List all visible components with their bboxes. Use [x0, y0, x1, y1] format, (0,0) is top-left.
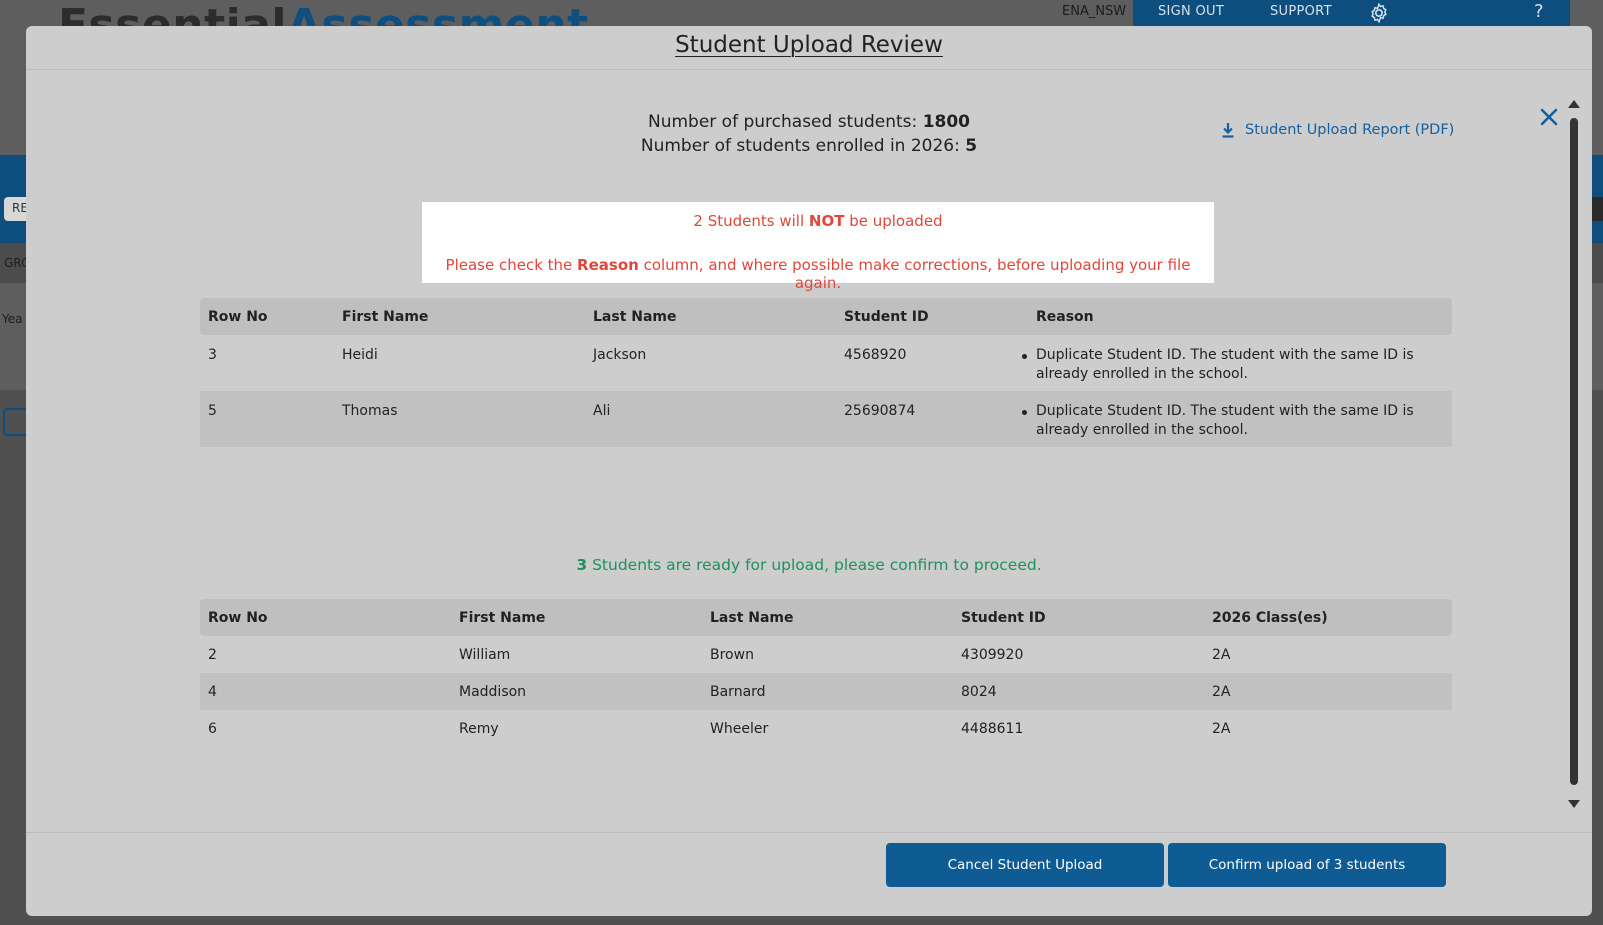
- cell-first-name: Thomas: [342, 403, 398, 419]
- instructions-post: column, and where possible make correcti…: [638, 256, 1191, 292]
- cell-student-id: 4309920: [961, 647, 1024, 663]
- col-first-name: First Name: [459, 610, 546, 626]
- cell-reason: Duplicate Student ID. The student with t…: [1022, 402, 1446, 440]
- help-icon[interactable]: ?: [1534, 1, 1544, 22]
- scroll-down-arrow[interactable]: [1568, 800, 1580, 808]
- col-first-name: First Name: [342, 309, 429, 325]
- col-reason: Reason: [1036, 309, 1094, 325]
- col-row-no: Row No: [208, 610, 268, 626]
- cell-classes: 2A: [1212, 721, 1231, 737]
- cell-student-id: 8024: [961, 684, 997, 700]
- ready-count: 3: [576, 556, 588, 574]
- warning-text-post: be uploaded: [844, 212, 943, 230]
- cell-last-name: Ali: [593, 403, 611, 419]
- rejected-count: 2: [693, 212, 703, 230]
- table-row: 2 William Brown 4309920 2A: [200, 636, 1452, 673]
- warning-instructions: Please check the Reason column, and wher…: [422, 256, 1214, 292]
- rejection-warning: 2 Students will NOT be uploaded Please c…: [422, 202, 1214, 292]
- cell-row-no: 4: [208, 684, 217, 700]
- modal-title: Student Upload Review: [675, 32, 943, 58]
- table-header: Row No First Name Last Name Student ID 2…: [200, 599, 1452, 636]
- cell-row-no: 6: [208, 721, 217, 737]
- purchased-students-line: Number of purchased students: 1800: [26, 110, 1592, 134]
- table-row: 5 Thomas Ali 25690874 Duplicate Student …: [200, 391, 1452, 447]
- modal-header: Student Upload Review: [26, 26, 1592, 70]
- cell-last-name: Barnard: [710, 684, 766, 700]
- student-counts: Number of purchased students: 1800 Numbe…: [26, 110, 1592, 158]
- cell-row-no: 5: [208, 403, 217, 419]
- confirm-upload-button[interactable]: Confirm upload of 3 students: [1168, 843, 1446, 887]
- gear-icon[interactable]: [1368, 2, 1390, 24]
- col-classes: 2026 Class(es): [1212, 610, 1328, 626]
- ready-students-table: Row No First Name Last Name Student ID 2…: [200, 599, 1452, 747]
- current-user: ENA_NSW: [1062, 4, 1127, 19]
- nav-sign-out[interactable]: SIGN OUT: [1158, 4, 1224, 19]
- cell-classes: 2A: [1212, 684, 1231, 700]
- col-row-no: Row No: [208, 309, 268, 325]
- cell-last-name: Wheeler: [710, 721, 769, 737]
- col-student-id: Student ID: [844, 309, 929, 325]
- warning-not: NOT: [808, 212, 845, 230]
- cell-first-name: William: [459, 647, 511, 663]
- cell-student-id: 4488611: [961, 721, 1024, 737]
- purchased-label: Number of purchased students:: [647, 112, 918, 132]
- cell-student-id: 4568920: [844, 347, 907, 363]
- enrolled-students-line: Number of students enrolled in 2026: 5: [26, 134, 1592, 158]
- warning-text-pre: Students will: [702, 212, 809, 230]
- col-last-name: Last Name: [710, 610, 794, 626]
- cell-first-name: Heidi: [342, 347, 378, 363]
- cancel-upload-button[interactable]: Cancel Student Upload: [886, 843, 1164, 887]
- table-header: Row No First Name Last Name Student ID R…: [200, 298, 1452, 335]
- ready-text: Students are ready for upload, please co…: [587, 556, 1042, 574]
- table-row: 4 Maddison Barnard 8024 2A: [200, 673, 1452, 710]
- bg-label-yea: Yea: [2, 312, 23, 326]
- col-last-name: Last Name: [593, 309, 677, 325]
- col-student-id: Student ID: [961, 610, 1046, 626]
- enrolled-value: 5: [965, 136, 978, 156]
- cell-student-id: 25690874: [844, 403, 916, 419]
- cell-last-name: Brown: [710, 647, 754, 663]
- enrolled-label: Number of students enrolled in 2026:: [640, 136, 960, 156]
- scroll-up-arrow[interactable]: [1568, 100, 1580, 108]
- cell-reason: Duplicate Student ID. The student with t…: [1022, 346, 1446, 384]
- upload-review-modal: Student Upload Review Student Upload Rep…: [26, 26, 1592, 916]
- modal-footer: Cancel Student Upload Confirm upload of …: [26, 832, 1592, 916]
- instructions-reason: Reason: [577, 256, 639, 274]
- cell-first-name: Maddison: [459, 684, 527, 700]
- cell-first-name: Remy: [459, 721, 499, 737]
- cell-row-no: 3: [208, 347, 217, 363]
- cell-classes: 2A: [1212, 647, 1231, 663]
- warning-headline: 2 Students will NOT be uploaded: [422, 212, 1214, 230]
- table-row: 3 Heidi Jackson 4568920 Duplicate Studen…: [200, 335, 1452, 391]
- cell-row-no: 2: [208, 647, 217, 663]
- scrollbar-thumb[interactable]: [1570, 118, 1578, 785]
- purchased-value: 1800: [922, 112, 971, 132]
- rejected-students-table: Row No First Name Last Name Student ID R…: [200, 298, 1452, 447]
- nav-support[interactable]: SUPPORT: [1270, 4, 1332, 19]
- table-row: 6 Remy Wheeler 4488611 2A: [200, 710, 1452, 747]
- ready-message: 3 Students are ready for upload, please …: [26, 556, 1592, 574]
- instructions-pre: Please check the: [445, 256, 578, 274]
- cell-last-name: Jackson: [593, 347, 647, 363]
